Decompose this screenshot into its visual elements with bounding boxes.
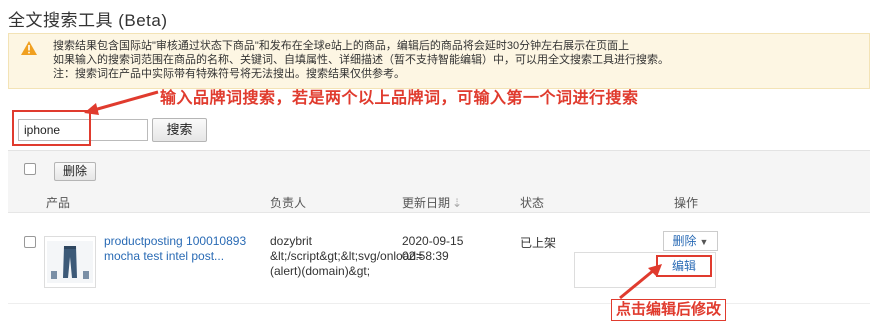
row-checkbox[interactable] — [24, 236, 36, 248]
warning-icon — [21, 41, 37, 55]
updated-date-cell: 2020-09-15 02:58:39 — [402, 234, 464, 263]
notice-banner: 搜索结果包含国际站"审核通过状态下商品"和发布在全球e站上的商品，编辑后的商品将… — [8, 33, 870, 89]
header-product: 产品 — [46, 196, 71, 210]
notice-line-1: 搜索结果包含国际站"审核通过状态下商品"和发布在全球e站上的商品，编辑后的商品将… — [53, 40, 630, 52]
search-hint-annotation: 输入品牌词搜索，若是两个以上品牌词，可输入第一个词进行搜索 — [160, 90, 639, 107]
header-status: 状态 — [520, 196, 545, 210]
search-button[interactable]: 搜索 — [152, 118, 207, 142]
sort-arrow-icon: ⇣ — [452, 196, 463, 210]
jeans-image-icon — [47, 241, 93, 283]
owner-cell: dozybrit &lt;/script&gt;&lt;svg/onload= … — [270, 234, 424, 278]
edit-annotation-arrow-icon — [619, 264, 662, 300]
header-updated[interactable]: 更新日期 ⇣ — [402, 194, 462, 211]
delete-dropdown-button[interactable]: 删除 ▼ — [663, 231, 718, 251]
product-link[interactable]: productposting 100010893 mocha test inte… — [104, 234, 254, 264]
bulk-delete-button[interactable]: 删除 — [54, 162, 96, 181]
bulk-action-bar: 删除 — [8, 150, 870, 187]
status-cell: 已上架 — [520, 236, 557, 250]
edit-hint-annotation: 点击编辑后修改 — [611, 299, 727, 321]
table-header: 产品 负责人 更新日期 ⇣ 状态 操作 — [8, 187, 870, 213]
header-actions: 操作 — [674, 196, 699, 210]
table-row: productposting 100010893 mocha test inte… — [8, 214, 870, 304]
caret-down-icon: ▼ — [699, 237, 709, 247]
notice-line-3: 注：搜索词在产品中实际带有特殊符号将无法搜出。搜索结果仅供参考。 — [53, 68, 405, 80]
product-thumbnail[interactable] — [44, 236, 96, 288]
notice-line-2: 如果输入的搜索词范围在商品的名称、关键词、自填属性、详细描述（暂不支持智能编辑）… — [53, 54, 669, 66]
search-input-highlight — [12, 110, 91, 146]
annotation-arrow-icon — [84, 90, 159, 115]
select-all-checkbox[interactable] — [24, 163, 36, 175]
page-title: 全文搜索工具 (Beta) — [8, 11, 168, 30]
header-owner: 负责人 — [270, 196, 307, 210]
